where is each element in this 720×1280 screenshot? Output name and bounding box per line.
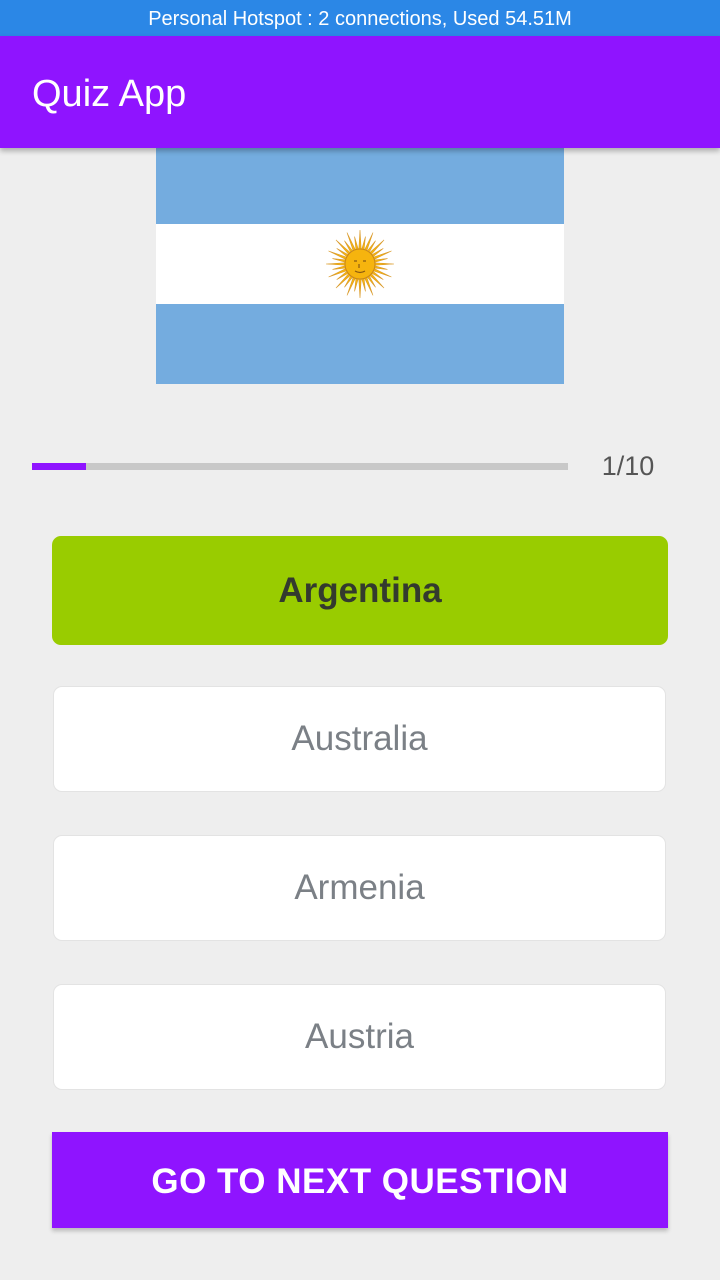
next-question-button[interactable]: GO TO NEXT QUESTION [52,1132,668,1228]
answer-option-label: Australia [291,719,428,758]
status-bar: Personal Hotspot : 2 connections, Used 5… [0,0,720,36]
progress-bar [32,463,568,470]
flag-bottom-stripe [156,304,564,384]
answer-option-3[interactable]: Armenia [53,835,666,941]
answer-option-4[interactable]: Austria [53,984,666,1090]
answer-option-label: Argentina [278,571,442,610]
sun-of-may-icon [325,229,395,299]
progress-fill [32,463,86,470]
app-bar: Quiz App [0,36,720,148]
answer-option-label: Austria [305,1017,414,1056]
argentina-flag-icon [156,148,564,384]
progress-counter: 1/10 [601,451,655,481]
answer-option-1[interactable]: Argentina [52,536,668,645]
flag-top-stripe [156,148,564,224]
status-bar-text: Personal Hotspot : 2 connections, Used 5… [148,8,572,30]
answer-option-2[interactable]: Australia [53,686,666,792]
app-title: Quiz App [32,73,187,115]
answer-option-label: Armenia [294,868,425,907]
sun-face [344,248,376,280]
